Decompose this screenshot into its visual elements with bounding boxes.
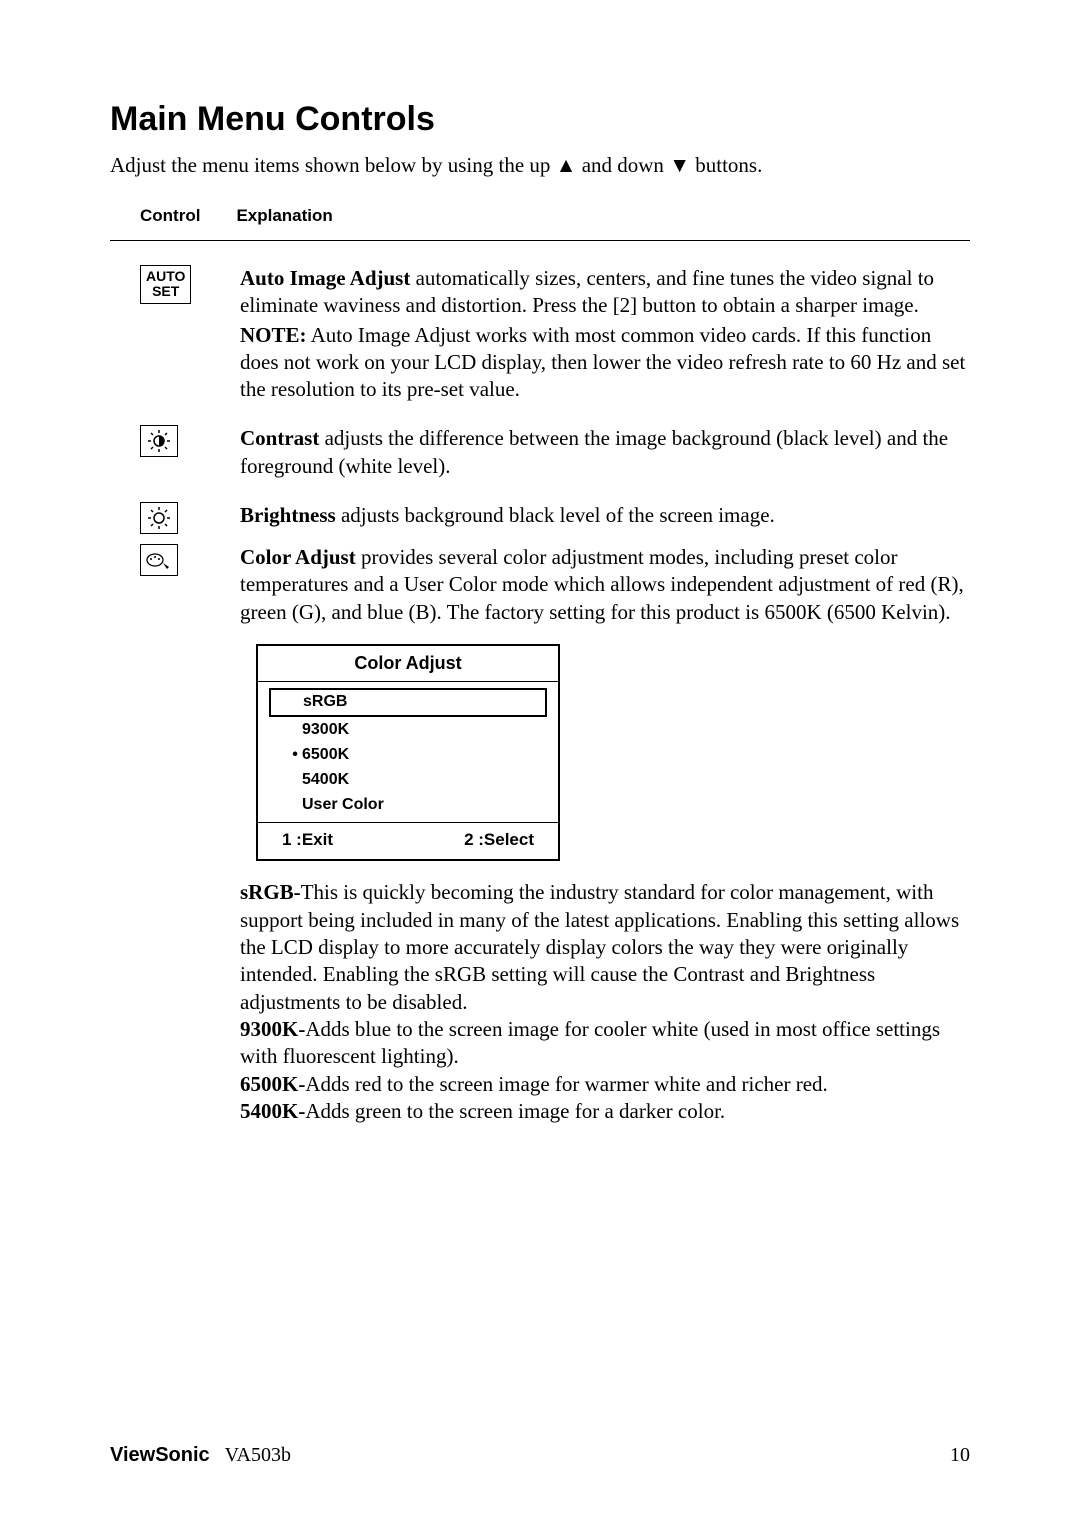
row-brightness: Brightness adjusts background black leve… [110, 502, 970, 534]
brightness-icon [140, 502, 178, 534]
up-triangle-icon: ▲ [556, 153, 577, 177]
5400k-bold: 5400K- [240, 1099, 305, 1123]
page-number: 10 [950, 1444, 970, 1467]
auto-set-icon-line2: SET [146, 284, 185, 299]
menu-item-5400k[interactable]: 5400K [268, 768, 548, 793]
auto-set-icon: AUTO SET [140, 265, 191, 304]
bullet-icon: • [288, 745, 302, 766]
menu-item-6500k-label: 6500K [302, 746, 349, 763]
9300k-rest: Adds blue to the screen image for cooler… [240, 1017, 940, 1068]
auto-set-icon-line1: AUTO [146, 269, 185, 284]
auto-note-rest: Auto Image Adjust works with most common… [240, 323, 965, 402]
menu-item-9300k-label: 9300K [302, 721, 349, 738]
brightness-bold: Brightness [240, 503, 336, 527]
coloradjust-text: Color Adjust provides several color adju… [240, 544, 970, 626]
footer-model [215, 1444, 225, 1466]
menu-title: Color Adjust [258, 646, 558, 682]
5400k-rest: Adds green to the screen image for a dar… [305, 1099, 725, 1123]
auto-text: Auto Image Adjust automatically sizes, c… [240, 265, 970, 320]
down-triangle-icon: ▼ [669, 153, 690, 177]
srgb-rest: This is quickly becoming the industry st… [240, 880, 959, 1013]
intro-text: Adjust the menu items shown below by usi… [110, 153, 970, 178]
menu-item-9300k[interactable]: 9300K [268, 718, 548, 743]
color-adjust-icon [140, 544, 178, 576]
contrast-text: Contrast adjusts the difference between … [240, 425, 970, 480]
row-contrast: Contrast adjusts the difference between … [110, 425, 970, 480]
5400k-text: 5400K-Adds green to the screen image for… [240, 1098, 970, 1125]
menu-item-srgb-label: sRGB [303, 693, 347, 710]
6500k-text: 6500K-Adds red to the screen image for w… [240, 1071, 970, 1098]
intro-pre: Adjust the menu items shown below by usi… [110, 153, 556, 177]
menu-select-hint: 2 :Select [464, 829, 534, 851]
header-explanation: Explanation [236, 206, 332, 226]
menu-exit-hint: 1 :Exit [282, 829, 333, 851]
row-auto-image-adjust: AUTO SET Auto Image Adjust automatically… [110, 265, 970, 403]
auto-bold: Auto Image Adjust [240, 266, 410, 290]
srgb-bold: sRGB- [240, 880, 301, 904]
footer-brand: ViewSonic [110, 1444, 210, 1466]
9300k-bold: 9300K- [240, 1017, 305, 1041]
color-adjust-menu: Color Adjust sRGB 9300K •6500K 5400K Use… [256, 644, 560, 861]
srgb-text: sRGB-This is quickly becoming the indust… [240, 879, 970, 1015]
column-headers: Control Explanation [110, 206, 970, 241]
footer-model-text: VA503b [225, 1444, 291, 1466]
coloradjust-bold: Color Adjust [240, 545, 356, 569]
menu-item-5400k-label: 5400K [302, 771, 349, 788]
contrast-bold: Contrast [240, 426, 319, 450]
9300k-text: 9300K-Adds blue to the screen image for … [240, 1016, 970, 1071]
contrast-icon [140, 425, 178, 457]
menu-body: sRGB 9300K •6500K 5400K User Color [258, 682, 558, 822]
menu-item-user-label: User Color [302, 796, 384, 813]
brightness-rest: adjusts background black level of the sc… [336, 503, 775, 527]
intro-mid: and down [576, 153, 669, 177]
page-title: Main Menu Controls [110, 100, 970, 139]
menu-item-user-color[interactable]: User Color [268, 793, 548, 818]
header-control: Control [140, 206, 200, 226]
6500k-bold: 6500K- [240, 1072, 305, 1096]
menu-footer: 1 :Exit 2 :Select [258, 822, 558, 859]
auto-note: NOTE: Auto Image Adjust works with most … [240, 322, 970, 404]
auto-note-bold: NOTE: [240, 323, 307, 347]
row-color-adjust: Color Adjust provides several color adju… [110, 544, 970, 1125]
brightness-text: Brightness adjusts background black leve… [240, 502, 970, 529]
6500k-rest: Adds red to the screen image for warmer … [305, 1072, 827, 1096]
contrast-rest: adjusts the difference between the image… [240, 426, 948, 477]
page-footer: ViewSonic VA503b 10 [110, 1444, 970, 1467]
intro-post: buttons. [690, 153, 762, 177]
menu-item-srgb[interactable]: sRGB [269, 688, 547, 717]
menu-item-6500k[interactable]: •6500K [268, 743, 548, 768]
